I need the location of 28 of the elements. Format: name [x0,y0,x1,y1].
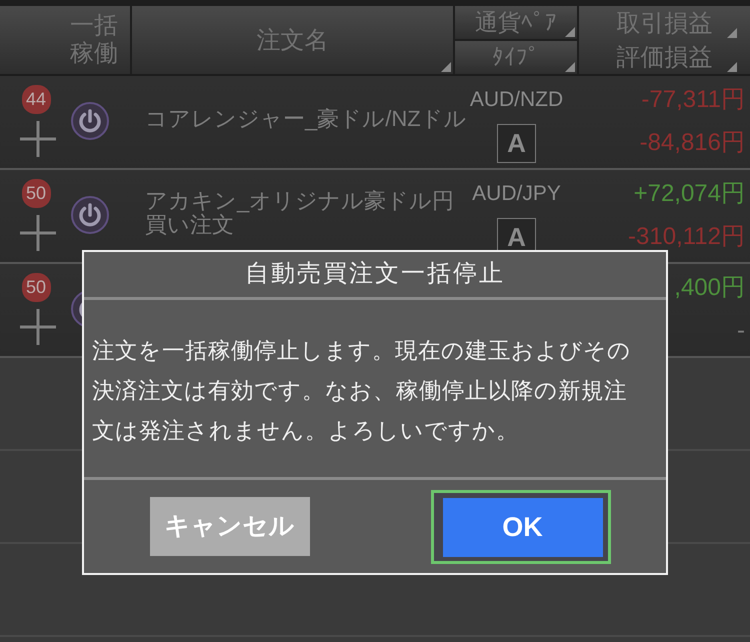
column-header[interactable]: 注文名 [132,6,453,74]
count-badge: 44 [22,85,50,114]
trade-profit-value: +72,074円 [634,179,745,209]
column-header[interactable]: 通貨ﾍﾟｱ [455,6,577,39]
plus-icon[interactable] [20,215,56,251]
valuation-profit-value: - [737,316,745,346]
currency-pair: AUD/JPY [472,182,561,206]
power-icon[interactable] [71,102,109,140]
dialog-message: 注文を一括稼働停止します。現在の建玉およびその決済注文は有効です。なお、稼働停止以降の新規注文は発注されません。よろしいですか。 [92,336,632,445]
order-row[interactable]: 44 コアレンジャー_豪ドル/NZドル AUD/NZD A -77,311円 -84,816円 [0,76,750,170]
dialog-title: 自動売買注文一括停止 [84,252,666,300]
plus-icon[interactable] [20,121,56,157]
column-header[interactable]: 評価損益 [579,40,750,74]
power-icon[interactable] [71,196,109,234]
order-name: コアレンジャー_豪ドル/NZドル [145,107,468,131]
plus-icon[interactable] [20,309,56,345]
order-name: アカキン_オリジナル豪ドル円買い注文 [145,189,456,237]
count-badge: 50 [22,179,50,208]
trade-profit-value: -77,311円 [641,85,745,115]
valuation-profit-value: -310,112円 [628,222,745,252]
count-badge: 50 [22,273,50,302]
currency-pair: AUD/NZD [470,88,564,112]
cancel-button[interactable]: キャンセル [150,497,310,556]
ok-button[interactable]: OK [430,490,610,564]
valuation-profit-value: -84,816円 [640,128,745,158]
trade-profit-value: ,400円 [674,273,745,303]
column-header[interactable]: ﾀｲﾌﾟ [455,41,577,74]
type-badge: A [497,124,536,163]
